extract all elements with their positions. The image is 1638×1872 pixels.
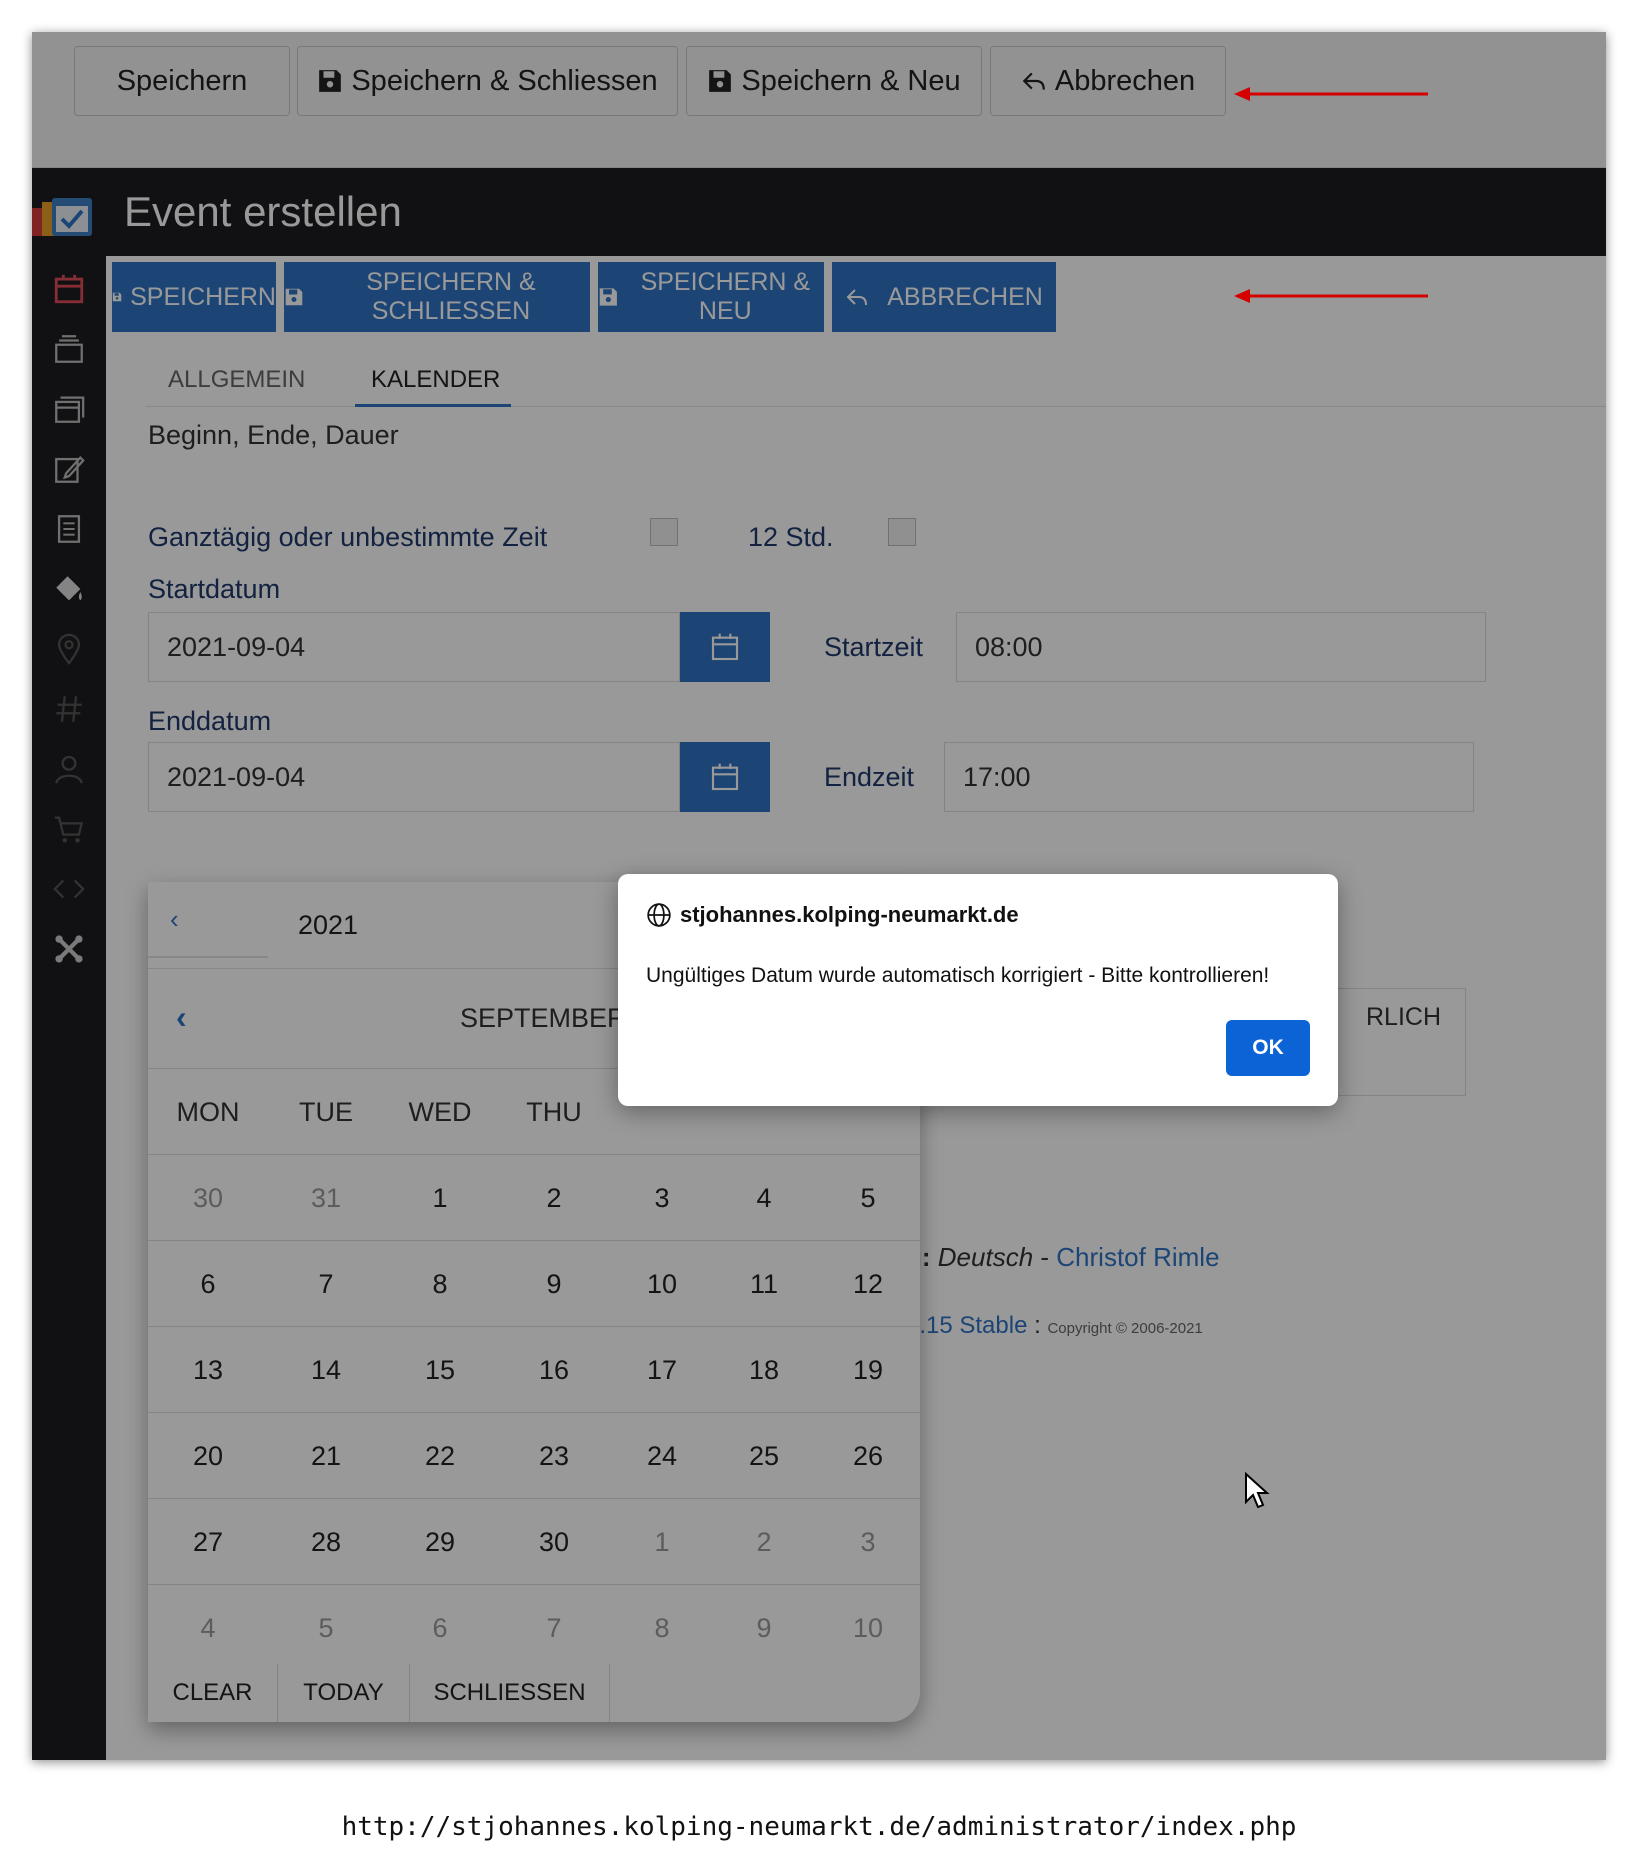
annotation-arrow-top [1234, 87, 1428, 101]
ok-button[interactable]: OK [1226, 1020, 1310, 1076]
dialog-origin: stjohannes.kolping-neumarkt.de [646, 902, 1019, 928]
mouse-cursor-icon [1245, 1472, 1270, 1509]
screenshot-frame: Speichern Speichern & Schliessen Speiche… [32, 32, 1606, 1760]
alert-dialog: stjohannes.kolping-neumarkt.de Ungültige… [618, 874, 1338, 1106]
annotation-arrow-toolbar [1234, 289, 1428, 303]
url-caption: http://stjohannes.kolping-neumarkt.de/ad… [341, 1812, 1297, 1842]
globe-icon [647, 903, 671, 927]
dialog-origin-text: stjohannes.kolping-neumarkt.de [680, 902, 1019, 927]
dialog-message: Ungültiges Datum wurde automatisch korri… [646, 964, 1270, 987]
